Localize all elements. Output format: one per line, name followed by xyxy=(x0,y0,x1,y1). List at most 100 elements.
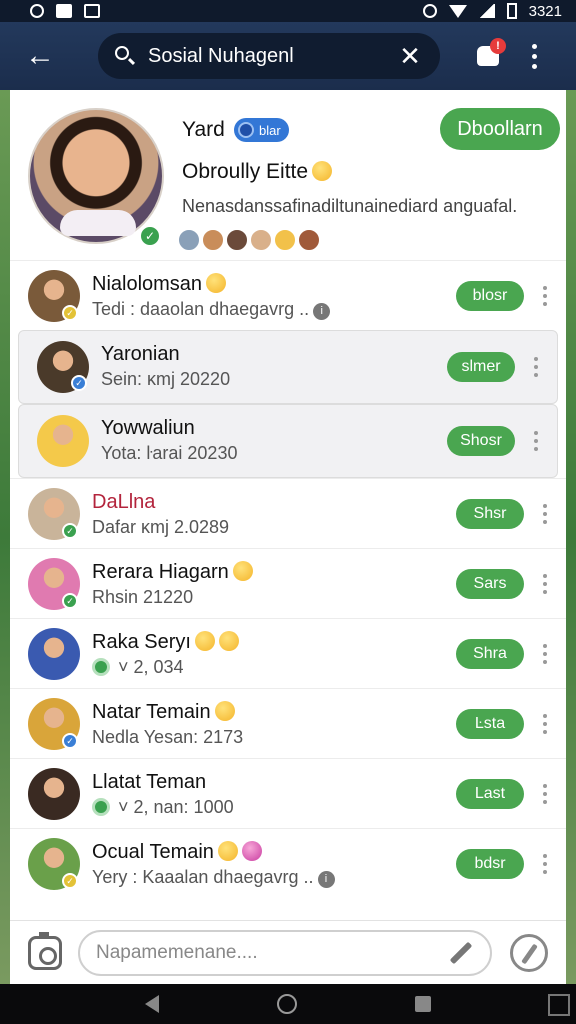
contact-name: Yowwaliun xyxy=(101,415,441,441)
nav-home-icon[interactable] xyxy=(277,994,297,1014)
wifi-icon xyxy=(448,4,467,18)
contact-name-text: Ocual Temain xyxy=(92,841,214,863)
contact-more-button[interactable] xyxy=(538,782,552,806)
close-icon: ✕ xyxy=(399,40,421,71)
alarm-icon xyxy=(30,4,44,18)
contact-subtitle-text: ˅ 2, 034 xyxy=(118,657,184,677)
emoji-icon xyxy=(312,161,333,181)
system-nav-bar xyxy=(0,984,576,1024)
follower-avatar[interactable] xyxy=(178,229,200,251)
profile-avatar[interactable] xyxy=(28,108,164,244)
follower-avatar[interactable] xyxy=(274,229,296,251)
verified-icon xyxy=(238,122,254,138)
contact-row[interactable]: Raka Seryı ˅ 2, 034 Shra xyxy=(10,618,566,688)
contact-status-icon: ✓ xyxy=(62,523,78,539)
contact-more-button[interactable] xyxy=(538,712,552,736)
message-placeholder: Napamemenane.... xyxy=(96,941,258,963)
contact-row[interactable]: ✓ Yaronian Sein: κmj 20220 slmer xyxy=(18,330,558,404)
contact-list: ✓ Nialolomsan Tedi : daaolan dhaegavrg .. i… xyxy=(10,260,566,898)
emoji-icon xyxy=(232,561,253,581)
search-icon xyxy=(114,45,136,67)
contact-avatar[interactable] xyxy=(37,415,89,467)
contact-name: Rerara Hiagarn xyxy=(92,559,432,585)
contact-more-button[interactable] xyxy=(529,429,543,453)
search-input[interactable]: Sosial Nuhagenl xyxy=(148,45,396,68)
signal-icon xyxy=(478,4,495,18)
contact-name: Raka Seryı xyxy=(92,629,432,655)
notification-icon xyxy=(56,4,72,18)
info-icon[interactable]: i xyxy=(317,871,335,888)
battery-icon xyxy=(506,3,517,19)
contact-action-button[interactable]: Ŀsta xyxy=(456,708,524,739)
contact-status-icon: ✓ xyxy=(71,375,87,391)
contact-row[interactable]: ✓ Natar Temain Nedla Yesan: 2173 Ŀsta xyxy=(10,688,566,758)
status-time: 3321 xyxy=(528,2,562,20)
clear-search-button[interactable]: ✕ xyxy=(396,41,424,72)
profile-subtitle: Obroully Eitte xyxy=(182,160,333,184)
contact-more-button[interactable] xyxy=(538,642,552,666)
nav-back-icon[interactable] xyxy=(145,995,159,1013)
contact-subtitle: Dafar κmj 2.0289 xyxy=(92,515,432,539)
profile-action-button[interactable]: Dboollarn xyxy=(440,108,560,150)
notifications-button[interactable]: ! xyxy=(468,36,508,76)
contact-subtitle: ˅ 2, 034 xyxy=(92,655,432,679)
contact-subtitle: Sein: κmj 20220 xyxy=(101,367,441,391)
follower-avatar[interactable] xyxy=(298,229,320,251)
search-bar[interactable]: Sosial Nuhagenl ✕ xyxy=(98,33,440,79)
contact-more-button[interactable] xyxy=(538,502,552,526)
emoji-icon xyxy=(217,841,238,861)
contact-text: Natar Temain Nedla Yesan: 2173 xyxy=(92,699,432,749)
verified-badge: blar xyxy=(234,118,289,142)
contact-more-button[interactable] xyxy=(538,852,552,876)
contact-name: Yaronian xyxy=(101,341,441,367)
status-bar: 3321 xyxy=(0,0,576,22)
contact-subtitle-text: Rhsin 21220 xyxy=(92,587,194,607)
contact-subtitle: Tedi : daaolan dhaegavrg .. i xyxy=(92,297,432,321)
contact-avatar[interactable] xyxy=(28,767,80,820)
contact-action-button[interactable]: Last xyxy=(456,778,524,809)
contact-subtitle-text: ˅ 2, nan: 1000 xyxy=(118,797,234,817)
contact-action-button[interactable]: Shosr xyxy=(447,426,515,456)
info-icon[interactable]: i xyxy=(313,303,331,320)
contact-action-button[interactable]: blosr xyxy=(456,280,524,311)
back-button[interactable]: ← xyxy=(16,32,64,80)
contact-row[interactable]: Llatat Teman ˅ 2, nan: 1000 Last xyxy=(10,758,566,828)
contact-name-text: Yaronian xyxy=(101,343,180,365)
gallery-icon xyxy=(84,4,100,18)
profile-header: ✓ Yard blar Obroully Eitte Nenasdanssafi… xyxy=(10,90,566,260)
contact-text: DaLlna Dafar κmj 2.0289 xyxy=(92,489,432,539)
contact-action-button[interactable]: Shsr xyxy=(456,498,524,529)
contact-text: Rerara Hiagarn Rhsin 21220 xyxy=(92,559,432,609)
online-icon xyxy=(92,798,110,816)
contact-more-button[interactable] xyxy=(538,572,552,596)
contact-row[interactable]: ✓ Rerara Hiagarn Rhsin 21220 Sars xyxy=(10,548,566,618)
follower-avatar[interactable] xyxy=(202,229,224,251)
contact-action-button[interactable]: slmer xyxy=(447,352,515,382)
follower-avatars[interactable] xyxy=(178,229,320,251)
contact-row[interactable]: ✓ DaLlna Dafar κmj 2.0289 Shsr xyxy=(10,478,566,548)
message-input[interactable]: Napamemenane.... xyxy=(78,929,492,976)
contact-more-button[interactable] xyxy=(529,355,543,379)
follower-avatar[interactable] xyxy=(226,229,248,251)
contact-row[interactable]: Yowwaliun Yota: ŀarai 20230 Shosr xyxy=(18,404,558,478)
camera-button[interactable] xyxy=(28,931,62,970)
overflow-menu-button[interactable] xyxy=(524,36,544,76)
app-header: ← Sosial Nuhagenl ✕ ! xyxy=(0,22,576,90)
follower-avatar[interactable] xyxy=(250,229,272,251)
contact-row[interactable]: ✓ Nialolomsan Tedi : daaolan dhaegavrg .. i… xyxy=(10,260,566,330)
contact-name-text: Nialolomsan xyxy=(92,273,203,295)
send-button[interactable] xyxy=(510,933,548,972)
contact-name: Ocual Temain xyxy=(92,839,432,865)
contact-action-button[interactable]: Sars xyxy=(456,568,524,599)
pen-icon[interactable] xyxy=(449,941,473,964)
contact-more-button[interactable] xyxy=(538,284,552,308)
contact-action-button[interactable]: bdsr xyxy=(456,848,524,879)
nav-recents-icon[interactable] xyxy=(415,996,431,1012)
contact-row[interactable]: ✓ Ocual Temain Yery : Kaaalan dhaegavrg ..… xyxy=(10,828,566,898)
contact-name-text: Llatat Teman xyxy=(92,771,207,793)
contact-subtitle: Rhsin 21220 xyxy=(92,585,432,609)
contact-subtitle: Nedla Yesan: 2173 xyxy=(92,725,432,749)
contact-status-icon: ✓ xyxy=(62,593,78,609)
contact-avatar[interactable] xyxy=(28,627,80,680)
contact-action-button[interactable]: Shra xyxy=(456,638,524,669)
